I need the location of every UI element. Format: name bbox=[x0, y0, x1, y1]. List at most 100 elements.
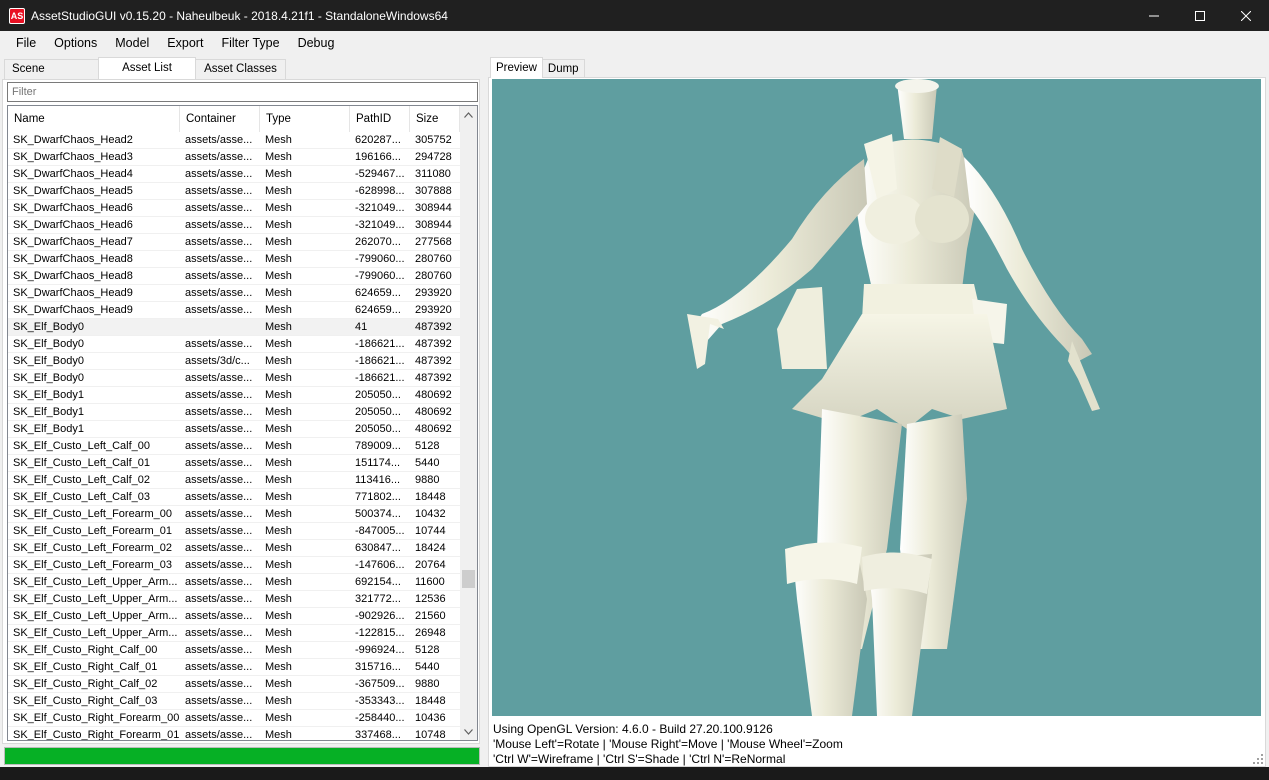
cell-name: SK_Elf_Custo_Left_Upper_Arm... bbox=[13, 593, 178, 605]
table-row[interactable]: SK_DwarfChaos_Head9 assets/asse... Mesh 624… bbox=[8, 285, 460, 302]
cell-pathid: 196166... bbox=[355, 151, 401, 163]
cell-size: 5128 bbox=[415, 644, 440, 656]
cell-container: assets/asse... bbox=[185, 491, 253, 503]
tab-asset-classes[interactable]: Asset Classes bbox=[195, 59, 286, 79]
table-row[interactable]: SK_Elf_Custo_Left_Calf_01 assets/asse... M… bbox=[8, 455, 460, 472]
cell-pathid: 771802... bbox=[355, 491, 401, 503]
tab-scene-hierarchy[interactable]: Scene Hierarchy bbox=[4, 59, 99, 94]
cell-size: 277568 bbox=[415, 236, 452, 248]
menu-options[interactable]: Options bbox=[45, 31, 106, 55]
column-header-type[interactable]: Type bbox=[260, 106, 350, 132]
column-header-container[interactable]: Container bbox=[180, 106, 260, 132]
menu-filter-type[interactable]: Filter Type bbox=[212, 31, 288, 55]
table-row[interactable]: SK_Elf_Body0 assets/3d/c... Mesh -186621...… bbox=[8, 353, 460, 370]
cell-container: assets/asse... bbox=[185, 134, 253, 146]
table-row[interactable]: SK_Elf_Custo_Right_Calf_02 assets/asse...… bbox=[8, 676, 460, 693]
cell-pathid: 624659... bbox=[355, 304, 401, 316]
table-row[interactable]: SK_Elf_Custo_Left_Upper_Arm... assets/ass… bbox=[8, 608, 460, 625]
table-row[interactable]: SK_Elf_Custo_Left_Upper_Arm... assets/ass… bbox=[8, 574, 460, 591]
cell-name: SK_DwarfChaos_Head2 bbox=[13, 134, 133, 146]
table-row[interactable]: SK_Elf_Custo_Left_Forearm_02 assets/asse.… bbox=[8, 540, 460, 557]
menu-export[interactable]: Export bbox=[158, 31, 212, 55]
model-preview-viewport[interactable] bbox=[492, 79, 1261, 716]
table-row[interactable]: SK_Elf_Body1 assets/asse... Mesh 205050... 4… bbox=[8, 387, 460, 404]
scroll-thumb[interactable] bbox=[462, 570, 475, 588]
table-row[interactable]: SK_DwarfChaos_Head6 assets/asse... Mesh -32… bbox=[8, 217, 460, 234]
table-row[interactable]: SK_Elf_Custo_Left_Calf_03 assets/asse... M… bbox=[8, 489, 460, 506]
filter-input[interactable] bbox=[7, 82, 478, 102]
cell-type: Mesh bbox=[265, 304, 292, 316]
table-row[interactable]: SK_Elf_Custo_Left_Calf_00 assets/asse... M… bbox=[8, 438, 460, 455]
column-header-pathid[interactable]: PathID bbox=[350, 106, 410, 132]
table-row[interactable]: SK_Elf_Body0 Mesh 41 487392 bbox=[8, 319, 460, 336]
cell-pathid: -147606... bbox=[355, 559, 405, 571]
asset-list-view[interactable]: Name Container Type PathID Size SK_Dwarf… bbox=[7, 105, 478, 741]
menu-file[interactable]: File bbox=[7, 31, 45, 55]
table-row[interactable]: SK_Elf_Custo_Left_Upper_Arm... assets/ass… bbox=[8, 591, 460, 608]
cell-size: 26948 bbox=[415, 627, 446, 639]
scroll-up-button[interactable] bbox=[460, 106, 477, 123]
table-row[interactable]: SK_Elf_Body1 assets/asse... Mesh 205050... 4… bbox=[8, 421, 460, 438]
table-row[interactable]: SK_Elf_Custo_Left_Forearm_00 assets/asse.… bbox=[8, 506, 460, 523]
cell-type: Mesh bbox=[265, 219, 292, 231]
cell-name: SK_Elf_Body0 bbox=[13, 355, 84, 367]
table-row[interactable]: SK_Elf_Custo_Left_Upper_Arm... assets/ass… bbox=[8, 625, 460, 642]
close-icon bbox=[1241, 10, 1251, 21]
cell-pathid: 262070... bbox=[355, 236, 401, 248]
cell-type: Mesh bbox=[265, 474, 292, 486]
status-line-keyboard-help: 'Ctrl W'=Wireframe | 'Ctrl S'=Shade | 'C… bbox=[493, 752, 786, 766]
menu-debug[interactable]: Debug bbox=[289, 31, 344, 55]
table-row[interactable]: SK_DwarfChaos_Head3 assets/asse... Mesh 196… bbox=[8, 149, 460, 166]
table-row[interactable]: SK_DwarfChaos_Head8 assets/asse... Mesh -79… bbox=[8, 268, 460, 285]
cell-size: 280760 bbox=[415, 270, 452, 282]
column-header-size[interactable]: Size bbox=[410, 106, 460, 132]
taskbar-strip bbox=[0, 767, 1269, 780]
cell-pathid: 321772... bbox=[355, 593, 401, 605]
cell-name: SK_DwarfChaos_Head7 bbox=[13, 236, 133, 248]
resize-grip-icon[interactable] bbox=[1253, 754, 1263, 764]
cell-type: Mesh bbox=[265, 729, 292, 741]
table-row[interactable]: SK_Elf_Custo_Right_Forearm_01 assets/asse… bbox=[8, 727, 460, 741]
vertical-scrollbar[interactable] bbox=[460, 106, 477, 740]
cell-name: SK_Elf_Custo_Left_Upper_Arm... bbox=[13, 576, 178, 588]
tab-dump[interactable]: Dump bbox=[541, 59, 585, 78]
cell-name: SK_Elf_Custo_Right_Calf_00 bbox=[13, 644, 158, 656]
cell-pathid: -258440... bbox=[355, 712, 405, 724]
table-row[interactable]: SK_DwarfChaos_Head2 assets/asse... Mesh 620… bbox=[8, 132, 460, 149]
cell-name: SK_Elf_Custo_Left_Calf_03 bbox=[13, 491, 150, 503]
table-row[interactable]: SK_Elf_Body0 assets/asse... Mesh -186621...… bbox=[8, 336, 460, 353]
close-button[interactable] bbox=[1223, 0, 1269, 31]
table-row[interactable]: SK_DwarfChaos_Head8 assets/asse... Mesh -79… bbox=[8, 251, 460, 268]
cell-type: Mesh bbox=[265, 270, 292, 282]
menu-bar: File Options Model Export Filter Type De… bbox=[0, 31, 1269, 55]
cell-name: SK_Elf_Custo_Left_Forearm_02 bbox=[13, 542, 172, 554]
table-row[interactable]: SK_Elf_Custo_Right_Calf_00 assets/asse...… bbox=[8, 642, 460, 659]
status-line-mouse-help: 'Mouse Left'=Rotate | 'Mouse Right'=Move… bbox=[493, 737, 843, 751]
table-row[interactable]: SK_Elf_Custo_Right_Calf_01 assets/asse...… bbox=[8, 659, 460, 676]
column-header-name[interactable]: Name bbox=[8, 106, 180, 132]
tab-preview[interactable]: Preview bbox=[490, 57, 543, 78]
cell-size: 294728 bbox=[415, 151, 452, 163]
table-row[interactable]: SK_Elf_Custo_Left_Forearm_03 assets/asse.… bbox=[8, 557, 460, 574]
maximize-button[interactable] bbox=[1177, 0, 1223, 31]
table-row[interactable]: SK_DwarfChaos_Head6 assets/asse... Mesh -32… bbox=[8, 200, 460, 217]
table-row[interactable]: SK_DwarfChaos_Head9 assets/asse... Mesh 624… bbox=[8, 302, 460, 319]
cell-pathid: -321049... bbox=[355, 202, 405, 214]
table-row[interactable]: SK_Elf_Body1 assets/asse... Mesh 205050... 4… bbox=[8, 404, 460, 421]
table-row[interactable]: SK_Elf_Custo_Right_Calf_03 assets/asse...… bbox=[8, 693, 460, 710]
table-row[interactable]: SK_DwarfChaos_Head5 assets/asse... Mesh -62… bbox=[8, 183, 460, 200]
tab-asset-list[interactable]: Asset List bbox=[98, 57, 196, 79]
table-row[interactable]: SK_DwarfChaos_Head4 assets/asse... Mesh -52… bbox=[8, 166, 460, 183]
table-row[interactable]: SK_Elf_Custo_Left_Forearm_01 assets/asse.… bbox=[8, 523, 460, 540]
scroll-down-button[interactable] bbox=[460, 723, 477, 740]
cell-container: assets/asse... bbox=[185, 457, 253, 469]
window-title: AssetStudioGUI v0.15.20 - Naheulbeuk - 2… bbox=[31, 8, 448, 23]
cell-container: assets/asse... bbox=[185, 661, 253, 673]
table-row[interactable]: SK_Elf_Custo_Right_Forearm_00 assets/asse… bbox=[8, 710, 460, 727]
table-row[interactable]: SK_DwarfChaos_Head7 assets/asse... Mesh 262… bbox=[8, 234, 460, 251]
minimize-button[interactable] bbox=[1131, 0, 1177, 31]
table-row[interactable]: SK_Elf_Body0 assets/asse... Mesh -186621...… bbox=[8, 370, 460, 387]
cell-type: Mesh bbox=[265, 168, 292, 180]
menu-model[interactable]: Model bbox=[106, 31, 158, 55]
table-row[interactable]: SK_Elf_Custo_Left_Calf_02 assets/asse... M… bbox=[8, 472, 460, 489]
